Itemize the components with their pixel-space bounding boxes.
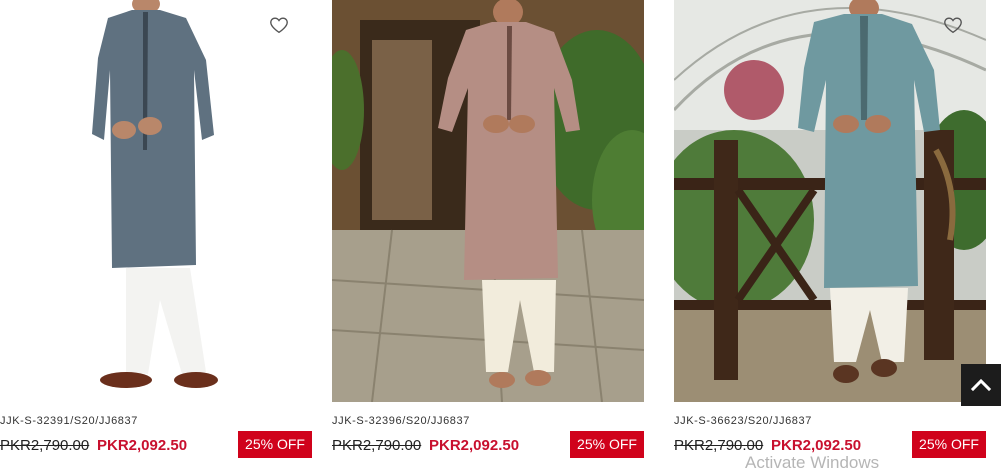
original-price: PKR2,790.00 [674, 437, 764, 454]
product-card[interactable]: JJK-S-32391/S20/JJ6837 PKR2,790.00 PKR2,… [0, 0, 312, 465]
product-sku[interactable]: JJK-S-32391/S20/JJ6837 [0, 415, 138, 427]
os-activation-watermark: Activate Windows [745, 453, 880, 472]
discount-badge: 25% OFF [238, 431, 312, 458]
back-to-top-button[interactable] [961, 364, 1001, 406]
sale-price: PKR2,092.50 [429, 437, 520, 454]
sale-price: PKR2,092.50 [771, 437, 862, 454]
original-price: PKR2,790.00 [0, 437, 90, 454]
product-sku[interactable]: JJK-S-32396/S20/JJ6837 [332, 415, 470, 427]
discount-badge: 25% OFF [570, 431, 644, 458]
product-sku[interactable]: JJK-S-36623/S20/JJ6837 [674, 415, 812, 427]
product-image[interactable] [0, 0, 312, 402]
chevron-up-icon [970, 378, 992, 392]
discount-badge: 25% OFF [912, 431, 986, 458]
product-card[interactable]: JJK-S-32396/S20/JJ6837 PKR2,790.00 PKR2,… [332, 0, 644, 465]
heart-outline-icon[interactable] [942, 14, 964, 36]
product-image[interactable] [674, 0, 986, 402]
product-card[interactable]: JJK-S-36623/S20/JJ6837 PKR2,790.00 PKR2,… [674, 0, 986, 465]
heart-outline-icon[interactable] [268, 14, 290, 36]
original-price: PKR2,790.00 [332, 437, 422, 454]
sale-price: PKR2,092.50 [97, 437, 188, 454]
product-image[interactable] [332, 0, 644, 402]
